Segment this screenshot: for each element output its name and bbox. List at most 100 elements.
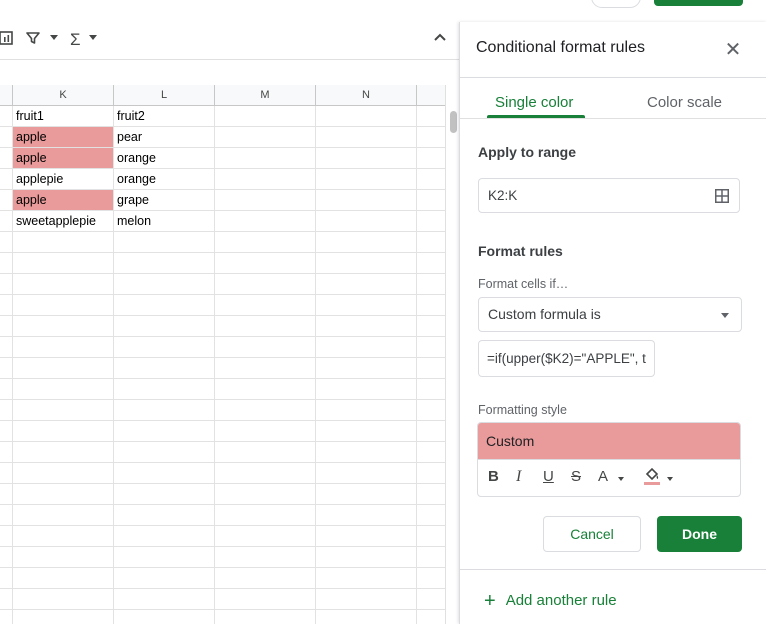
grid-cell[interactable] [0,568,13,589]
grid-cell[interactable] [0,547,13,568]
grid-cell[interactable] [13,547,114,568]
text-color-button[interactable]: A [598,467,608,487]
grid-cell[interactable] [215,547,316,568]
grid-cell[interactable] [215,211,316,232]
grid-cell[interactable] [316,379,417,400]
grid-cell[interactable] [215,148,316,169]
grid-cell[interactable] [417,358,447,379]
grid-cell[interactable] [215,463,316,484]
grid-cell[interactable] [215,274,316,295]
grid-cell[interactable] [417,127,447,148]
grid-cell[interactable]: fruit2 [114,106,215,127]
grid-cell[interactable] [13,316,114,337]
grid-cell[interactable] [0,379,13,400]
bold-button[interactable]: B [488,467,499,487]
chevron-up-icon[interactable] [433,30,447,50]
grid-cell[interactable] [215,316,316,337]
grid-cell[interactable] [316,232,417,253]
grid-cell[interactable] [215,358,316,379]
grid-cell[interactable] [13,589,114,610]
grid-cell[interactable] [215,442,316,463]
cancel-button[interactable]: Cancel [543,516,641,552]
grid-cell[interactable] [0,463,13,484]
grid-cell[interactable] [0,400,13,421]
grid-cell[interactable] [13,505,114,526]
grid-cell[interactable] [316,421,417,442]
grid-cell[interactable] [316,358,417,379]
grid-cell[interactable] [114,484,215,505]
grid-cell[interactable] [13,274,114,295]
grid-cell[interactable] [417,274,447,295]
grid-cell[interactable] [114,463,215,484]
close-icon[interactable]: ✕ [722,39,744,61]
functions-caret-icon[interactable] [89,35,97,40]
grid-cell[interactable] [13,526,114,547]
grid-cell[interactable] [0,484,13,505]
grid-cell[interactable] [316,505,417,526]
vertical-scrollbar[interactable] [445,85,459,624]
grid-cell[interactable] [0,232,13,253]
grid-cell[interactable] [316,463,417,484]
grid-cell[interactable] [13,463,114,484]
grid-cell[interactable] [417,106,447,127]
grid-cell[interactable] [114,358,215,379]
grid-cell[interactable] [417,547,447,568]
share-button[interactable] [654,0,743,6]
grid-cell[interactable] [316,106,417,127]
formula-bar[interactable] [0,60,459,86]
grid-cell[interactable] [316,484,417,505]
grid-cell[interactable] [13,379,114,400]
fill-color-caret-icon[interactable] [667,477,673,481]
column-header-j[interactable] [0,85,13,106]
grid-cell[interactable] [215,568,316,589]
grid-cell[interactable] [316,127,417,148]
grid-cell[interactable] [114,295,215,316]
grid-cell[interactable]: apple [13,190,114,211]
filter-caret-icon[interactable] [50,35,58,40]
grid-cell[interactable] [13,232,114,253]
grid-cell[interactable] [215,127,316,148]
grid-cell[interactable] [215,505,316,526]
grid-cell[interactable] [13,337,114,358]
grid-cell[interactable] [0,610,13,624]
grid-cell[interactable] [417,253,447,274]
grid-cell[interactable] [417,211,447,232]
grid-cell[interactable] [215,400,316,421]
grid-cell[interactable] [316,295,417,316]
grid-cell[interactable] [215,379,316,400]
grid-cell[interactable] [316,400,417,421]
grid-cell[interactable] [0,169,13,190]
grid-cell[interactable] [13,484,114,505]
grid-cell[interactable] [114,547,215,568]
grid-cell[interactable] [417,568,447,589]
grid-cell[interactable] [0,442,13,463]
filter-icon[interactable] [26,30,40,50]
grid-cell[interactable] [114,610,215,624]
grid-cell[interactable] [316,589,417,610]
grid-cell[interactable] [316,442,417,463]
top-pill-button[interactable] [591,0,641,8]
style-preview-dropdown[interactable]: Custom [478,423,740,460]
grid-cell[interactable] [0,295,13,316]
condition-select[interactable]: Custom formula is [478,297,742,332]
grid-cell[interactable] [417,463,447,484]
grid-cell[interactable] [417,295,447,316]
grid-cell[interactable] [316,547,417,568]
grid-cell[interactable] [316,253,417,274]
underline-button[interactable]: U [543,467,554,487]
fill-color-icon[interactable] [642,465,664,493]
scrollbar-thumb[interactable] [450,111,457,133]
strikethrough-button[interactable]: S [571,467,581,487]
grid-cell[interactable] [13,358,114,379]
grid-cell[interactable] [316,148,417,169]
grid-cell[interactable]: apple [13,148,114,169]
grid-cell[interactable] [417,400,447,421]
grid-cell[interactable] [417,589,447,610]
column-header-m[interactable]: M [215,85,316,106]
grid-cell[interactable] [0,421,13,442]
grid-cell[interactable]: melon [114,211,215,232]
grid-cell[interactable]: orange [114,169,215,190]
grid-cell[interactable] [417,379,447,400]
tab-color-scale[interactable]: Color scale [647,94,722,111]
column-header-o[interactable] [417,85,447,106]
